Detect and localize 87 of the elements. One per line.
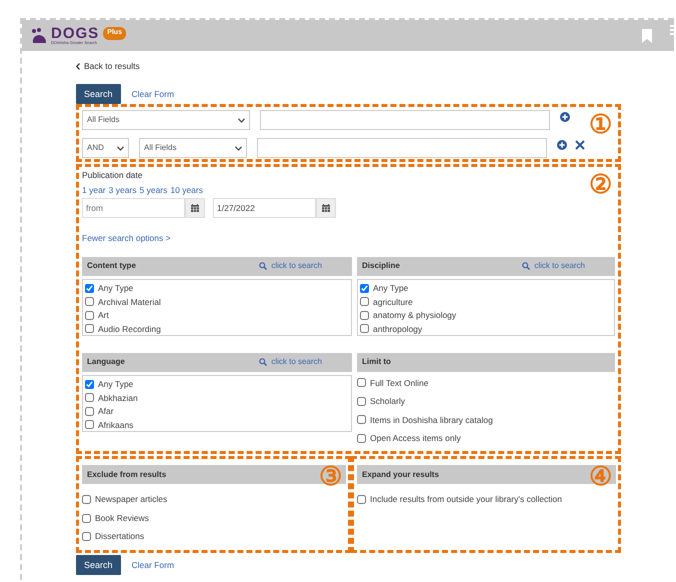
caret-icon <box>238 118 245 123</box>
option-label: Any Type <box>373 282 408 295</box>
checkbox[interactable] <box>360 284 369 293</box>
option-label: Archival Material <box>98 296 161 308</box>
option-label: Items in Doshisha library catalog <box>370 414 493 426</box>
checkbox[interactable] <box>85 297 94 306</box>
checkbox[interactable] <box>85 380 94 389</box>
callout-number: ① <box>589 111 612 138</box>
callout-number: ③ <box>319 463 342 490</box>
option-label: Afar <box>98 405 114 418</box>
checkbox[interactable] <box>357 495 366 504</box>
checkbox[interactable] <box>85 324 94 334</box>
checkbox[interactable] <box>360 324 369 334</box>
option-label: Book Reviews <box>95 512 149 524</box>
calendar-button[interactable] <box>185 198 205 218</box>
checkbox[interactable] <box>360 310 369 320</box>
section-title: Language <box>87 356 125 368</box>
click-to-search-link[interactable]: click to search <box>259 260 322 272</box>
option-label: Abkhazian <box>98 392 138 404</box>
caret-icon <box>235 146 242 151</box>
click-to-search-link[interactable]: click to search <box>259 356 322 368</box>
section-title: Limit to <box>362 356 391 368</box>
section-title: Expand your results <box>362 468 439 481</box>
dropdown[interactable]: AND <box>82 138 129 158</box>
checkbox[interactable] <box>85 284 94 293</box>
option-label: Open Access items only <box>370 432 461 445</box>
section-title: Content type <box>87 260 136 272</box>
option-label: anthropology <box>373 322 422 335</box>
checkbox[interactable] <box>357 415 366 424</box>
checkbox[interactable] <box>82 495 91 504</box>
date-input[interactable]: 1/27/2022 <box>213 198 316 218</box>
section-title: Discipline <box>362 260 400 272</box>
logo-text: DOGS <box>51 26 100 41</box>
date-range-link[interactable]: 1 year <box>82 184 106 197</box>
caret-icon <box>117 146 124 151</box>
section-title: Exclude from results <box>87 468 166 481</box>
checkbox[interactable] <box>360 297 369 306</box>
option-label: Art <box>98 309 109 322</box>
option-label: Scholarly <box>370 395 405 408</box>
date-input[interactable]: from <box>82 198 185 218</box>
dropdown[interactable]: All Fields <box>82 110 250 130</box>
publication-date-label: Publication date <box>82 169 144 182</box>
checkbox[interactable] <box>85 406 94 416</box>
back-link[interactable]: Back to results <box>76 60 140 73</box>
option-label: anatomy & physiology <box>373 309 456 322</box>
add-row-icon[interactable] <box>557 140 567 150</box>
search-icon <box>259 262 268 270</box>
checkbox[interactable] <box>82 514 91 523</box>
search-input[interactable] <box>260 110 550 130</box>
date-range-link[interactable]: 3 years <box>108 184 136 197</box>
checkbox[interactable] <box>85 393 94 402</box>
checkbox[interactable] <box>82 532 91 542</box>
calendar-icon <box>322 204 330 212</box>
date-range-link[interactable]: 5 years <box>140 184 168 197</box>
checkbox[interactable] <box>357 396 366 406</box>
date-range-link[interactable]: 10 years <box>170 184 203 197</box>
calendar-button[interactable] <box>316 198 336 218</box>
option-label: Newspaper articles <box>95 493 168 506</box>
search-input[interactable] <box>257 138 547 158</box>
checkbox[interactable] <box>357 378 366 388</box>
search-icon <box>522 262 530 270</box>
search-button[interactable]: Search <box>76 555 121 576</box>
callout-number: ② <box>589 171 612 198</box>
option-label: Any Type <box>98 282 134 295</box>
chevron-left-icon <box>76 62 80 70</box>
clear-form-link[interactable]: Clear Form <box>132 559 174 572</box>
option-label: Include results from outside your library's collection <box>370 493 562 506</box>
checkbox[interactable] <box>85 420 94 430</box>
click-to-search-link[interactable]: click to search <box>522 260 585 272</box>
checkbox[interactable] <box>357 434 366 443</box>
dropdown[interactable]: All Fields <box>139 138 247 158</box>
calendar-icon <box>191 204 199 212</box>
search-button[interactable]: Search <box>76 84 121 104</box>
callout-number: ④ <box>589 463 612 490</box>
checkbox[interactable] <box>85 310 94 320</box>
option-label: Audio Recording <box>98 322 161 335</box>
option-label: Full Text Online <box>370 376 428 390</box>
remove-row-icon[interactable] <box>575 140 585 150</box>
option-label: Afrikaans <box>98 418 134 431</box>
option-label: Dissertations <box>95 530 144 543</box>
option-label: agriculture <box>373 296 413 308</box>
fewer-options-link[interactable]: Fewer search options > <box>82 232 618 245</box>
option-label: Any Type <box>98 378 134 391</box>
search-icon <box>259 358 268 366</box>
add-row-icon[interactable] <box>560 112 570 122</box>
clear-form-link[interactable]: Clear Form <box>132 88 174 101</box>
dog-logo-icon <box>30 28 48 44</box>
